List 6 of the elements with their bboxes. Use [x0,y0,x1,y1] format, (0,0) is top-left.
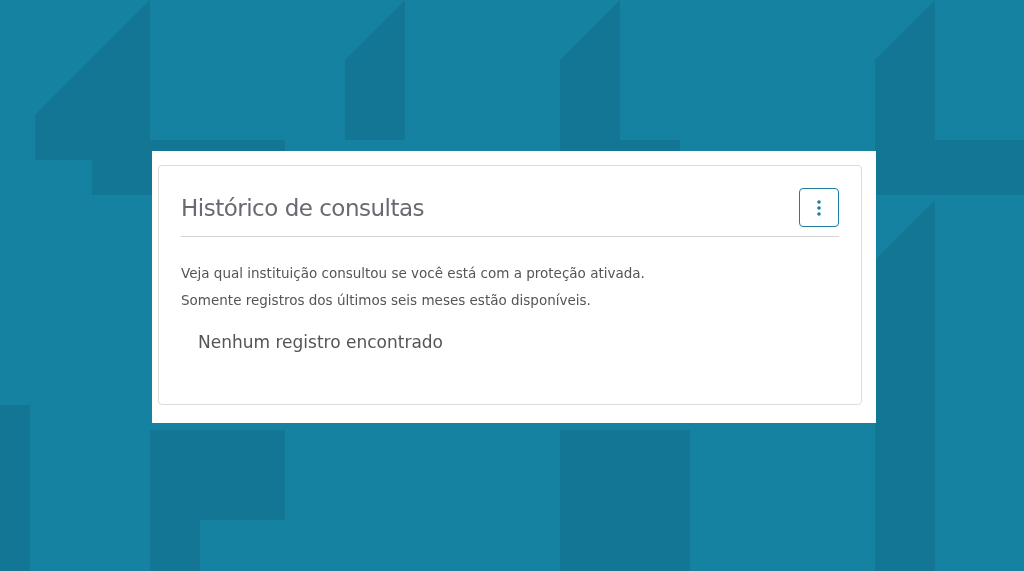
more-vertical-icon [817,199,821,216]
description-text: Somente registros dos últimos seis meses estão disponíveis. [181,291,592,310]
more-options-button[interactable] [799,188,839,227]
empty-message: Nenhum registro encontrado [198,332,444,352]
description-text: Veja qual instituição consultou se você está com a proteção ativada. [181,264,646,283]
card-title: Histórico de consultas [181,194,425,221]
